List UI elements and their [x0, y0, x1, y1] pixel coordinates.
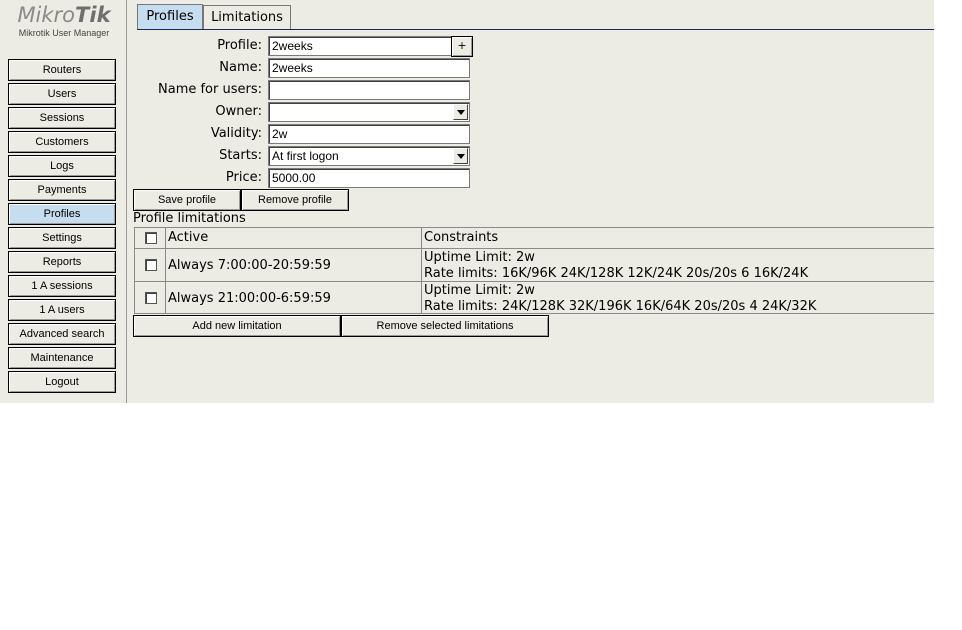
- sidebar-nav: Routers Users Sessions Customers Logs Pa…: [8, 59, 116, 395]
- row-checkbox[interactable]: [145, 259, 157, 271]
- table-row: Always 21:00:00-6:59:59 Uptime Limit: 2w…: [134, 281, 934, 314]
- limitations-table: Active Constraints Always 7:00:00-20:59:…: [134, 227, 934, 315]
- logo-brand-bold: Tik: [75, 3, 111, 27]
- row-uptime: Uptime Limit: 2w: [424, 283, 535, 298]
- header-active-cell: Active: [165, 228, 421, 248]
- add-limitation-button[interactable]: Add new limitation: [133, 315, 341, 337]
- header-constraints: Constraints: [424, 230, 499, 245]
- starts-label: Starts:: [219, 148, 262, 163]
- sidebar-item-advanced-search[interactable]: Advanced search: [8, 323, 116, 345]
- chevron-down-icon[interactable]: [453, 104, 468, 120]
- row-active-cell: Always 7:00:00-20:59:59: [165, 249, 421, 281]
- row-active: Always 7:00:00-20:59:59: [168, 258, 331, 273]
- row-select-cell: [134, 282, 165, 313]
- sidebar-item-1a-users[interactable]: 1 A users: [8, 299, 116, 321]
- sidebar-item-users[interactable]: Users: [8, 83, 116, 105]
- logo-subtitle: Mikrotik User Manager: [18, 28, 110, 38]
- sidebar-item-maintenance[interactable]: Maintenance: [8, 347, 116, 369]
- tab-limitations[interactable]: Limitations: [203, 5, 291, 29]
- tab-divider: [137, 29, 934, 30]
- row-rate: Rate limits: 24K/128K 32K/196K 16K/64K 2…: [424, 299, 817, 314]
- validity-field[interactable]: 2w: [268, 124, 470, 144]
- select-all-checkbox[interactable]: [145, 232, 157, 244]
- name-for-users-field[interactable]: [268, 80, 470, 100]
- sidebar-item-logout[interactable]: Logout: [8, 371, 116, 393]
- row-uptime: Uptime Limit: 2w: [424, 250, 535, 265]
- row-checkbox[interactable]: [145, 292, 157, 304]
- sidebar-item-1a-sessions[interactable]: 1 A sessions: [8, 275, 116, 297]
- price-field[interactable]: 5000.00: [268, 168, 470, 188]
- table-row: Always 7:00:00-20:59:59 Uptime Limit: 2w…: [134, 248, 934, 281]
- logo-brand: MikroTik: [12, 3, 116, 27]
- chevron-down-icon[interactable]: [453, 148, 468, 164]
- sidebar-item-profiles[interactable]: Profiles: [8, 203, 116, 225]
- starts-select[interactable]: At first logon: [268, 146, 470, 166]
- profile-select-value: 2weeks: [272, 39, 313, 53]
- sidebar-item-logs[interactable]: Logs: [8, 155, 116, 177]
- row-active: Always 21:00:00-6:59:59: [168, 291, 331, 306]
- table-header-row: Active Constraints: [134, 227, 934, 248]
- tab-profiles[interactable]: Profiles: [137, 4, 203, 30]
- profile-label: Profile:: [217, 38, 262, 53]
- starts-select-value: At first logon: [272, 149, 339, 163]
- sidebar-item-payments[interactable]: Payments: [8, 179, 116, 201]
- row-constraints-cell: Uptime Limit: 2w Rate limits: 16K/96K 24…: [421, 249, 934, 281]
- header-active: Active: [168, 230, 209, 245]
- sidebar: MikroTik Mikrotik User Manager Routers U…: [0, 0, 127, 403]
- sidebar-item-reports[interactable]: Reports: [8, 251, 116, 273]
- user-manager-app: MikroTik Mikrotik User Manager Routers U…: [0, 0, 934, 403]
- sidebar-item-sessions[interactable]: Sessions: [8, 107, 116, 129]
- header-select-cell: [134, 228, 165, 248]
- profile-select[interactable]: 2weeks: [268, 36, 470, 56]
- name-for-users-label: Name for users:: [158, 82, 262, 97]
- remove-profile-button[interactable]: Remove profile: [241, 189, 349, 211]
- name-label: Name:: [219, 60, 262, 75]
- sidebar-item-customers[interactable]: Customers: [8, 131, 116, 153]
- logo-brand-light: Mikro: [17, 3, 76, 27]
- header-constraints-cell: Constraints: [421, 228, 934, 248]
- row-constraints-cell: Uptime Limit: 2w Rate limits: 24K/128K 3…: [421, 282, 934, 314]
- sidebar-item-settings[interactable]: Settings: [8, 227, 116, 249]
- owner-select[interactable]: [268, 102, 470, 122]
- name-field[interactable]: 2weeks: [268, 58, 470, 78]
- profile-limitations-title: Profile limitations: [133, 211, 246, 226]
- sidebar-item-routers[interactable]: Routers: [8, 59, 116, 81]
- validity-label: Validity:: [210, 126, 262, 141]
- save-profile-button[interactable]: Save profile: [133, 189, 241, 211]
- row-rate: Rate limits: 16K/96K 24K/128K 12K/24K 20…: [424, 266, 809, 281]
- mikrotik-logo: MikroTik Mikrotik User Manager: [12, 3, 116, 39]
- price-label: Price:: [225, 170, 262, 185]
- row-active-cell: Always 21:00:00-6:59:59: [165, 282, 421, 313]
- row-select-cell: [134, 249, 165, 281]
- owner-label: Owner:: [215, 104, 262, 119]
- remove-selected-limitations-button[interactable]: Remove selected limitations: [341, 315, 549, 337]
- add-profile-button[interactable]: +: [451, 36, 473, 57]
